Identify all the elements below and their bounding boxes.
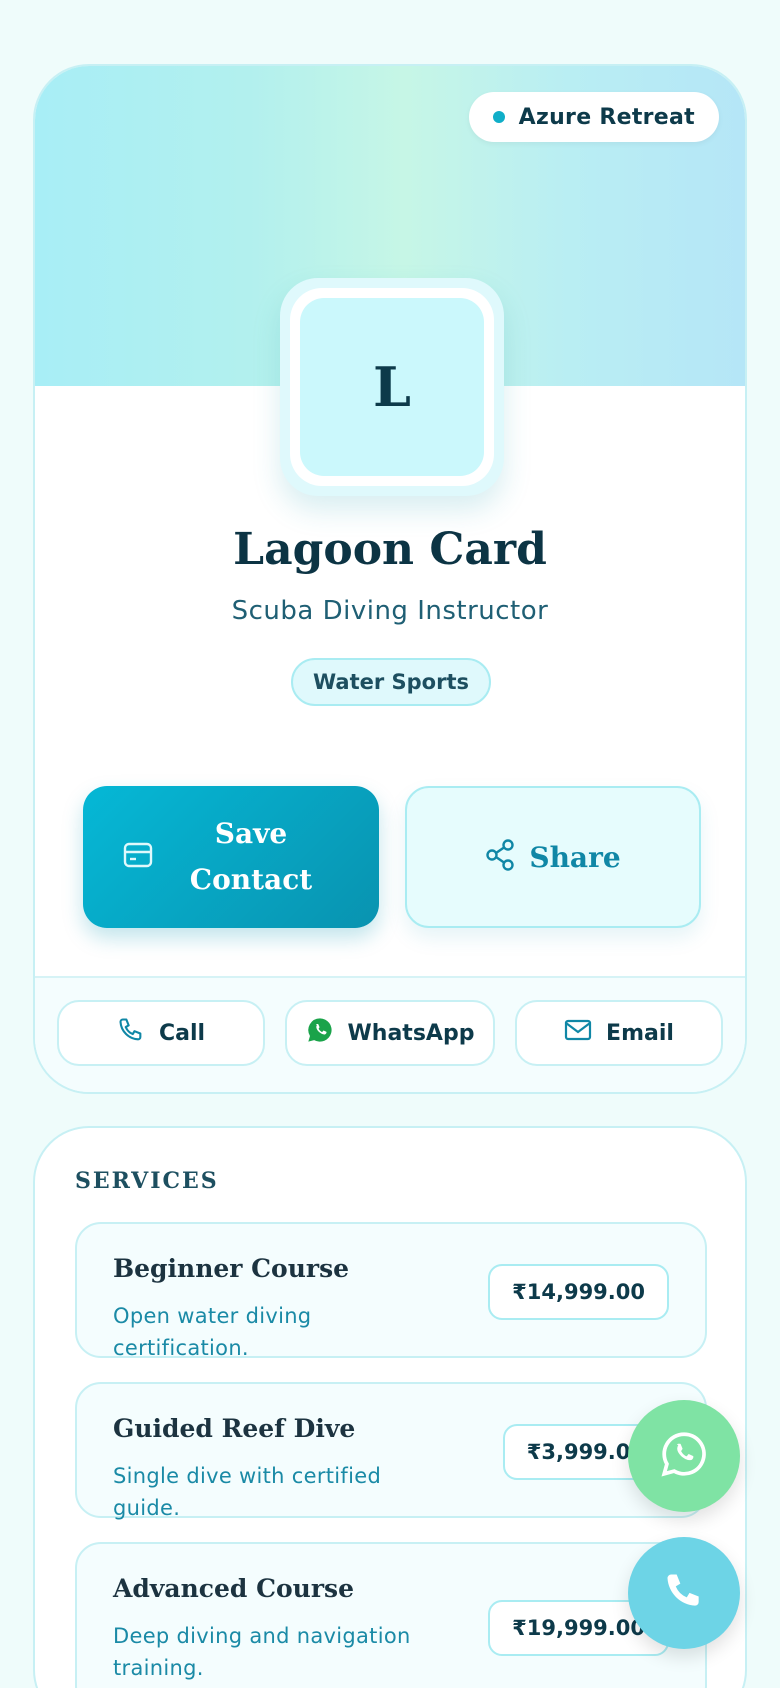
avatar-inner: L — [300, 298, 484, 476]
profile-card: Azure Retreat L Lagoon Card Scuba Diving… — [33, 64, 747, 1094]
share-button[interactable]: Share — [405, 786, 701, 928]
service-description: Deep diving and navigation training. — [113, 1624, 411, 1680]
call-label: Call — [158, 1020, 206, 1046]
whatsapp-button[interactable]: WhatsApp — [285, 1000, 495, 1066]
service-name: Advanced Course — [113, 1574, 354, 1603]
email-label: Email — [606, 1020, 674, 1046]
save-contact-button[interactable]: Save Contact — [83, 786, 379, 928]
profile-title: Scuba Diving Instructor — [231, 596, 549, 626]
service-item[interactable]: Advanced Course Deep diving and navigati… — [75, 1542, 707, 1688]
service-item[interactable]: Guided Reef Dive Single dive with certif… — [75, 1382, 707, 1520]
save-label-line1: Save — [214, 817, 288, 850]
share-icon — [485, 839, 515, 875]
brand-badge: Azure Retreat — [468, 92, 719, 142]
avatar: L — [280, 278, 504, 496]
save-label-line2: Contact — [189, 863, 313, 896]
divider — [35, 976, 745, 978]
services-heading: SERVICES — [75, 1168, 219, 1194]
save-contact-label: Save Contact — [153, 811, 379, 903]
avatar-frame: L — [290, 288, 494, 486]
card-icon — [123, 842, 153, 872]
service-name: Guided Reef Dive — [113, 1414, 356, 1443]
category-tag: Water Sports — [291, 658, 491, 706]
share-label: Share — [529, 840, 621, 874]
whatsapp-fab[interactable] — [628, 1400, 740, 1512]
phone-icon — [662, 1569, 706, 1617]
mail-icon — [564, 1019, 592, 1047]
whatsapp-label: WhatsApp — [347, 1020, 475, 1046]
service-description: Open water diving certification. — [113, 1304, 312, 1360]
email-button[interactable]: Email — [515, 1000, 723, 1066]
whatsapp-icon — [306, 1016, 334, 1050]
whatsapp-icon — [659, 1429, 709, 1483]
phone-icon — [117, 1016, 145, 1050]
profile-name: Lagoon Card — [233, 524, 547, 575]
brand-badge-label: Azure Retreat — [518, 104, 695, 130]
service-description: Single dive with certified guide. — [113, 1464, 382, 1520]
call-button[interactable]: Call — [57, 1000, 265, 1066]
avatar-initial: L — [373, 355, 411, 419]
service-price: ₹14,999.00 — [488, 1264, 669, 1320]
call-fab[interactable] — [628, 1537, 740, 1649]
service-name: Beginner Course — [113, 1254, 350, 1283]
service-item[interactable]: Beginner Course Open water diving certif… — [75, 1222, 707, 1360]
badge-dot-icon — [492, 111, 505, 123]
